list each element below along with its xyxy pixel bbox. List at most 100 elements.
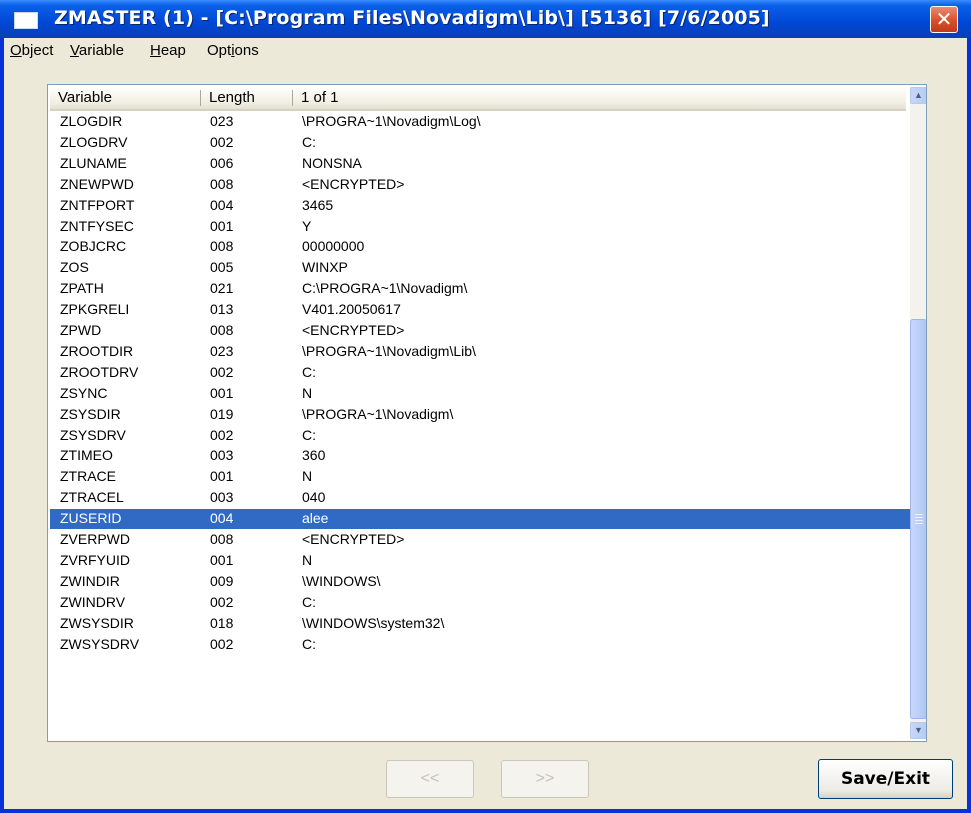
table-row[interactable]: ZNTFPORT 004 3465 xyxy=(50,196,910,216)
table-row[interactable]: ZWSYSDRV 002 C: xyxy=(50,635,910,655)
length-cell: 008 xyxy=(210,175,234,192)
value-cell: Y xyxy=(302,217,312,234)
length-cell: 008 xyxy=(210,531,234,547)
value-cell: C: xyxy=(302,635,316,652)
value-cell: N xyxy=(302,551,313,568)
value-cell: C: xyxy=(302,133,316,150)
table-row[interactable]: ZPATH 021 C:\PROGRA~1\Novadigm\ xyxy=(50,279,910,299)
variable-cell: ZUSERID xyxy=(60,510,122,527)
table-row[interactable]: ZSYNC 001 N xyxy=(50,384,910,404)
variable-cell: ZWSYSDRV xyxy=(60,635,140,652)
length-cell: 013 xyxy=(210,301,234,318)
table-row[interactable]: ZROOTDIR 023 \PROGRA~1\Novadigm\Lib\ xyxy=(50,342,910,362)
table-row[interactable]: ZSYSDRV 002 C: xyxy=(50,426,910,446)
menu-bar: Object Variable Heap Options xyxy=(4,38,967,64)
table-row[interactable]: ZSYSDIR 019 \PROGRA~1\Novadigm\ xyxy=(50,405,910,425)
variable-cell: ZSYSDIR xyxy=(60,405,121,422)
vertical-scrollbar[interactable]: ▲ ▼ xyxy=(910,87,926,739)
value-cell: 040 xyxy=(302,489,326,506)
table-row[interactable]: ZLOGDIR 023 \PROGRA~1\Novadigm\Log\ xyxy=(50,112,910,132)
table-row[interactable]: ZTRACEL 003 040 xyxy=(50,488,910,508)
table-row[interactable]: ZWINDRV 002 C: xyxy=(50,593,910,613)
column-header-variable[interactable]: Variable xyxy=(50,87,200,109)
table-row[interactable]: ZPWD 008 <ENCRYPTED> xyxy=(50,321,910,341)
value-cell: N xyxy=(302,468,313,485)
length-cell: 021 xyxy=(210,280,234,297)
value-cell: 00000000 xyxy=(302,238,365,255)
table-row[interactable]: ZLUNAME 006 NONSNA xyxy=(50,154,910,174)
length-cell: 023 xyxy=(210,113,234,129)
length-cell: 001 xyxy=(210,217,234,234)
arrow-up-icon: ▲ xyxy=(914,90,923,100)
close-button[interactable]: ✕ xyxy=(930,6,958,33)
variable-cell: ZPKGRELI xyxy=(60,301,130,318)
table-row[interactable]: ZOBJCRC 008 00000000 xyxy=(50,237,910,257)
value-cell: \WINDOWS\system32\ xyxy=(302,614,445,631)
title-bar[interactable]: ZMASTER (1) - [C:\Program Files\Novadigm… xyxy=(0,0,971,38)
variable-cell: ZNEWPWD xyxy=(60,175,134,192)
value-cell: \PROGRA~1\Novadigm\Log\ xyxy=(302,113,481,129)
variable-cell: ZWINDRV xyxy=(60,593,126,610)
variable-cell: ZTIMEO xyxy=(60,447,113,464)
table-row[interactable]: ZWSYSDIR 018 \WINDOWS\system32\ xyxy=(50,614,910,634)
value-cell: C: xyxy=(302,426,316,443)
variable-cell: ZPWD xyxy=(60,322,102,338)
length-cell: 002 xyxy=(210,635,234,652)
menu-heap[interactable]: Heap xyxy=(150,42,186,59)
scroll-down-button[interactable]: ▼ xyxy=(910,722,926,739)
table-row[interactable]: ZTIMEO 003 360 xyxy=(50,446,910,466)
column-header-value[interactable]: 1 of 1 xyxy=(293,87,906,109)
menu-options[interactable]: Options xyxy=(207,42,259,59)
table-row[interactable]: ZVRFYUID 001 N xyxy=(50,551,910,571)
value-cell: \WINDOWS\ xyxy=(302,572,381,589)
variable-cell: ZOS xyxy=(60,259,89,276)
value-cell: C: xyxy=(302,363,316,380)
value-cell: N xyxy=(302,384,313,401)
table-row[interactable]: ZPKGRELI 013 V401.20050617 xyxy=(50,300,910,320)
length-cell: 004 xyxy=(210,510,234,527)
value-cell: <ENCRYPTED> xyxy=(302,531,405,547)
previous-button[interactable]: << xyxy=(386,760,474,798)
menu-variable[interactable]: Variable xyxy=(70,42,124,59)
length-cell: 019 xyxy=(210,405,234,422)
scroll-up-button[interactable]: ▲ xyxy=(910,87,926,104)
table-row[interactable]: ZROOTDRV 002 C: xyxy=(50,363,910,383)
value-cell: C:\PROGRA~1\Novadigm\ xyxy=(302,280,468,297)
table-row[interactable]: ZVERPWD 008 <ENCRYPTED> xyxy=(50,530,910,550)
value-cell: alee xyxy=(302,510,329,527)
scroll-thumb[interactable] xyxy=(910,319,926,719)
application-window: ZMASTER (1) - [C:\Program Files\Novadigm… xyxy=(0,0,971,813)
table-row[interactable]: ZNEWPWD 008 <ENCRYPTED> xyxy=(50,175,910,195)
arrow-down-icon: ▼ xyxy=(914,725,923,735)
variable-cell: ZVRFYUID xyxy=(60,551,130,568)
variable-cell: ZVERPWD xyxy=(60,531,130,547)
variable-list[interactable]: Variable Length 1 of 1 ZLOGDIR 023 \PROGRA… xyxy=(47,84,927,742)
column-header-length[interactable]: Length xyxy=(201,87,293,109)
menu-object[interactable]: Object xyxy=(10,42,53,59)
next-button[interactable]: >> xyxy=(501,760,589,798)
length-cell: 023 xyxy=(210,342,234,359)
app-icon xyxy=(14,12,38,29)
list-header: Variable Length 1 of 1 xyxy=(50,87,906,111)
table-row[interactable]: ZNTFYSEC 001 Y xyxy=(50,217,910,237)
save-exit-button[interactable]: Save/Exit xyxy=(818,759,953,799)
variable-cell: ZTRACEL xyxy=(60,489,124,506)
length-cell: 002 xyxy=(210,133,234,150)
length-cell: 005 xyxy=(210,259,234,276)
variable-cell: ZLOGDIR xyxy=(60,113,123,129)
variable-cell: ZWINDIR xyxy=(60,572,120,589)
variable-cell: ZROOTDIR xyxy=(60,342,134,359)
table-row[interactable]: ZTRACE 001 N xyxy=(50,467,910,487)
table-row[interactable]: ZUSERID 004 alee xyxy=(50,509,910,530)
length-cell: 008 xyxy=(210,238,234,255)
table-row[interactable]: ZOS 005 WINXP xyxy=(50,258,910,278)
length-cell: 006 xyxy=(210,154,234,171)
table-row[interactable]: ZLOGDRV 002 C: xyxy=(50,133,910,153)
table-row[interactable]: ZWINDIR 009 \WINDOWS\ xyxy=(50,572,910,592)
variable-cell: ZLUNAME xyxy=(60,154,127,171)
length-cell: 008 xyxy=(210,322,234,338)
length-cell: 001 xyxy=(210,384,234,401)
variable-cell: ZSYSDRV xyxy=(60,426,126,443)
value-cell: \PROGRA~1\Novadigm\Lib\ xyxy=(302,342,476,359)
length-cell: 002 xyxy=(210,426,234,443)
